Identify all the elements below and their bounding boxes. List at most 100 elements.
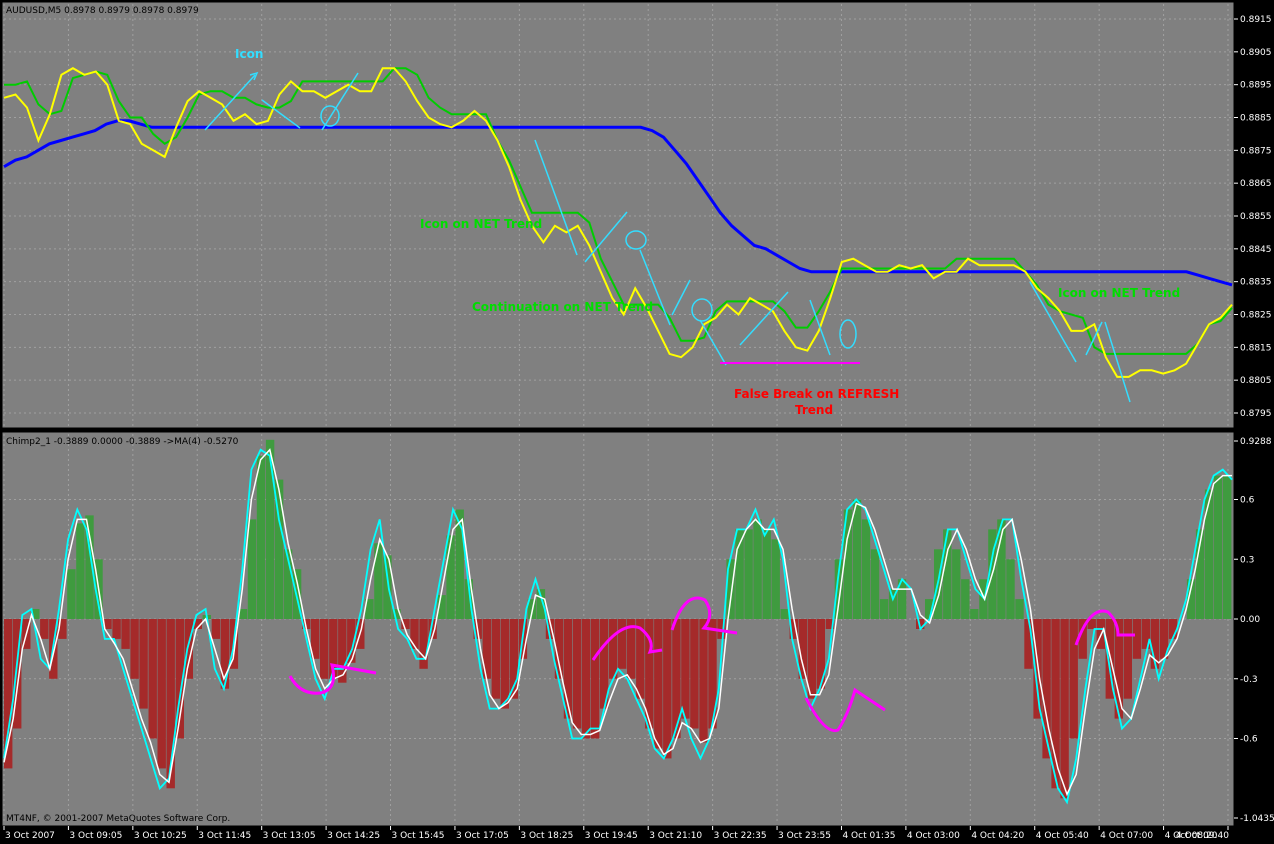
histogram-bar [1123, 619, 1132, 699]
x-tick-label: 4 Oct 07:00 [1100, 831, 1153, 841]
annotation-false-break-line2: Trend [795, 403, 833, 417]
histogram-bar [970, 609, 979, 619]
annotation-icon-on-net-2: Icon on NET Trend [1058, 286, 1180, 300]
histogram-bar [1213, 475, 1223, 619]
y-tick-label: 0.8845 [1240, 245, 1272, 255]
histogram-bar [879, 599, 889, 619]
x-tick-label: 3 Oct 13:05 [263, 831, 316, 841]
price-y-axis: 0.8915 0.8905 0.8895 0.8885 0.8875 0.8865 0.88… [1234, 15, 1272, 419]
histogram-bar [708, 619, 717, 729]
y-tick-label: -0.6 [1240, 735, 1258, 745]
x-tick-label: 4 Oct 01:35 [842, 831, 895, 841]
histogram-bar [1223, 475, 1232, 619]
x-tick-label: 3 Oct 21:10 [649, 831, 702, 841]
x-tick-label: 3 Oct 18:25 [520, 831, 573, 841]
histogram-bar [581, 619, 591, 739]
annotation-icon: Icon [235, 47, 263, 61]
histogram-bar [410, 619, 419, 649]
histogram-bar [572, 619, 582, 729]
histogram-bar [861, 519, 871, 619]
y-tick-label: -0.3 [1240, 675, 1258, 685]
histogram-bar [1204, 489, 1214, 619]
time-x-axis: 3 Oct 2007 3 Oct 09:05 3 Oct 10:25 3 Oct 11… [3, 826, 1229, 841]
histogram-bar [681, 619, 690, 719]
annotation-false-break-line1: False Break on REFRESH [734, 387, 899, 401]
histogram-bar [852, 499, 862, 619]
histogram-bar [618, 619, 627, 669]
y-tick-label: 0.3 [1240, 555, 1254, 565]
y-tick-label: 0.9288 [1240, 437, 1272, 447]
y-tick-label: 0.8805 [1240, 376, 1272, 386]
histogram-bar [1132, 619, 1142, 659]
x-tick-label: 3 Oct 14:25 [327, 831, 380, 841]
histogram-bar [1069, 619, 1078, 739]
y-tick-label: 0.8895 [1240, 81, 1272, 91]
y-tick-label: 0.8855 [1240, 212, 1272, 222]
y-tick-label: 0.8815 [1240, 343, 1272, 353]
histogram-bar [663, 619, 672, 759]
x-tick-label: 4 Oct 09:40 [1176, 831, 1229, 841]
x-tick-label: 4 Oct 05:40 [1036, 831, 1089, 841]
y-tick-label: 0.8795 [1240, 409, 1272, 419]
histogram-bar [699, 619, 708, 743]
histogram-bar [338, 619, 347, 683]
histogram-bar [1006, 559, 1015, 620]
x-tick-label: 3 Oct 2007 [5, 831, 55, 841]
histogram-bar [211, 619, 221, 639]
histogram-bar [780, 609, 789, 619]
histogram-bar [112, 619, 121, 639]
histogram-bar [482, 619, 491, 679]
histogram-bar [762, 529, 771, 619]
x-tick-label: 3 Oct 11:45 [198, 831, 251, 841]
histogram-bar [256, 455, 266, 619]
histogram-bar [130, 619, 139, 679]
histogram-bar [500, 619, 509, 709]
y-tick-label: 0.6 [1240, 496, 1255, 506]
chart-svg: AUDUSD,M5 0.8978 0.8979 0.8978 0.8979 Ch… [1, 1, 1274, 841]
y-tick-label: 0.8865 [1240, 179, 1272, 189]
x-tick-label: 3 Oct 15:45 [392, 831, 445, 841]
histogram-bar [1015, 599, 1024, 619]
histogram-bar [67, 569, 76, 619]
y-tick-label: 0.8915 [1240, 15, 1272, 25]
y-tick-label: 0.8875 [1240, 146, 1272, 156]
histogram-bar [121, 619, 130, 649]
x-tick-label: 4 Oct 03:00 [907, 831, 960, 841]
x-tick-label: 3 Oct 09:05 [69, 831, 122, 841]
y-tick-label: 0.00 [1240, 615, 1260, 625]
copyright-text: MT4NF, © 2001-2007 MetaQuotes Software C… [6, 814, 230, 824]
histogram-bar [320, 619, 329, 679]
histogram-bar [744, 529, 753, 619]
histogram-bar [609, 619, 618, 679]
histogram-bar [1060, 619, 1069, 799]
histogram-bar [952, 549, 961, 619]
histogram-bar [419, 619, 428, 669]
histogram-bar [76, 523, 85, 619]
histogram-bar [491, 619, 500, 699]
histogram-bar [590, 619, 600, 739]
y-tick-label: 0.8905 [1240, 48, 1272, 58]
oscillator-y-axis: 0.9288 0.6 0.3 0.00 -0.3 -0.6 -1.0435 [1234, 437, 1274, 824]
histogram-bar [753, 519, 762, 619]
histogram-bar [247, 519, 257, 619]
x-tick-label: 4 Oct 04:20 [971, 831, 1024, 841]
x-tick-label: 3 Oct 22:35 [714, 831, 767, 841]
price-panel[interactable] [1, 1, 1235, 429]
x-tick-label: 3 Oct 10:25 [134, 831, 187, 841]
histogram-bar [690, 619, 699, 729]
y-tick-label: -1.0435 [1240, 814, 1274, 824]
histogram-bar [157, 619, 166, 769]
histogram-bar [139, 619, 148, 709]
x-tick-label: 3 Oct 17:05 [456, 831, 509, 841]
histogram-bar [40, 619, 49, 639]
histogram-bar [654, 619, 663, 749]
y-tick-label: 0.8825 [1240, 311, 1272, 321]
histogram-bar [870, 549, 880, 619]
x-tick-label: 3 Oct 23:55 [778, 831, 831, 841]
annotation-continuation: Continuation on NET Trend [472, 300, 653, 314]
annotation-icon-on-net: Icon on NET Trend [420, 217, 542, 231]
y-tick-label: 0.8885 [1240, 114, 1272, 124]
histogram-bar [148, 619, 157, 739]
histogram-bar [771, 539, 780, 619]
chart-window: AUDUSD,M5 0.8978 0.8979 0.8978 0.8979 Ch… [0, 0, 1274, 844]
